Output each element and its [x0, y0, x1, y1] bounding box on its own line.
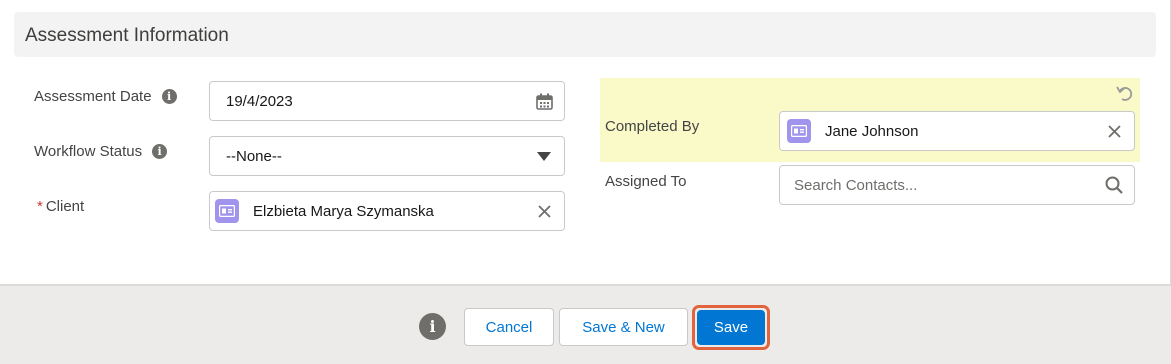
section-title: Assessment Information	[25, 25, 229, 46]
required-marker: *	[37, 198, 43, 215]
contact-icon	[787, 119, 811, 143]
form-footer: i Cancel Save & New Save	[0, 284, 1171, 364]
section-header[interactable]: Assessment Information	[14, 12, 1156, 57]
clear-selection-icon[interactable]	[524, 204, 564, 218]
workflow-status-select[interactable]: --None--	[209, 136, 565, 176]
cancel-button[interactable]: Cancel	[464, 308, 554, 346]
client-value: Elzbieta Marya Szymanska	[253, 202, 434, 220]
search-icon	[1094, 176, 1134, 194]
workflow-status-value: --None--	[226, 147, 282, 165]
client-lookup[interactable]: Elzbieta Marya Szymanska	[209, 191, 565, 231]
record-edit-panel: Assessment Information Assessment Date i…	[0, 0, 1171, 284]
assessment-date-field[interactable]: 19/4/2023	[209, 81, 565, 121]
save-button[interactable]: Save	[697, 310, 765, 345]
completed-by-value: Jane Johnson	[825, 122, 919, 140]
assessment-date-label: Assessment Date i	[34, 88, 177, 105]
save-and-new-button[interactable]: Save & New	[559, 308, 688, 346]
assessment-date-value: 19/4/2023	[226, 92, 293, 110]
chevron-down-icon	[524, 151, 564, 161]
completed-by-label: Completed By	[605, 118, 700, 135]
info-icon[interactable]: i	[152, 144, 168, 159]
completed-by-lookup[interactable]: Jane Johnson	[779, 111, 1135, 151]
calendar-icon[interactable]	[524, 93, 564, 110]
contact-icon	[215, 199, 239, 223]
info-icon[interactable]: i	[161, 89, 177, 104]
workflow-status-label: Workflow Status i	[34, 143, 168, 160]
clear-selection-icon[interactable]	[1094, 124, 1134, 138]
info-icon[interactable]: i	[419, 313, 446, 340]
assigned-to-label: Assigned To	[605, 173, 687, 190]
assigned-to-search[interactable]: Search Contacts...	[779, 165, 1135, 205]
undo-icon[interactable]	[1116, 84, 1134, 107]
client-label: * Client	[37, 198, 85, 215]
assigned-to-placeholder: Search Contacts...	[794, 176, 918, 194]
